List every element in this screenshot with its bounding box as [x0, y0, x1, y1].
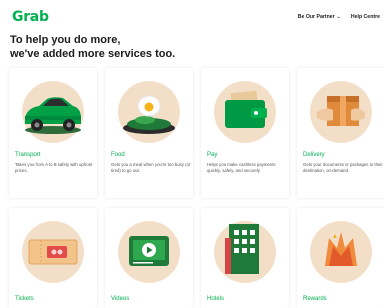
service-description: Takes you from A to B safely with upfron…	[15, 162, 93, 173]
service-description: Gets your documents or packages to their…	[303, 162, 383, 173]
headline-line-1: To help you do more,	[10, 34, 121, 46]
service-title: Pay	[207, 152, 218, 158]
food-plate-icon	[118, 81, 180, 143]
headline-line-2: we've added more services too.	[10, 48, 176, 60]
service-card-rewards[interactable]: Rewards	[297, 208, 384, 308]
site-header: Grab Be Our Partner ⌄ Help Centre	[0, 0, 384, 30]
be-our-partner-menu[interactable]: Be Our Partner ⌄	[298, 14, 341, 20]
service-card-tickets[interactable]: Tickets	[9, 208, 97, 308]
service-description: Helps you make cashless payments quickly…	[207, 162, 276, 173]
service-card-transport[interactable]: Transport Takes you from A to B safely w…	[9, 68, 97, 198]
service-title: Delivery	[303, 152, 325, 158]
chevron-down-icon: ⌄	[336, 14, 341, 20]
service-card-hotels[interactable]: Hotels	[201, 208, 289, 308]
service-card-videos[interactable]: Videos	[105, 208, 193, 308]
service-description: Gets you a meal when you're too busy (or…	[111, 162, 191, 173]
video-play-icon	[118, 221, 180, 283]
car-icon	[22, 81, 84, 143]
page-headline: To help you do more, we've added more se…	[10, 33, 175, 61]
service-title: Hotels	[207, 296, 225, 302]
rewards-icon	[310, 221, 372, 283]
service-title: Rewards	[303, 296, 327, 302]
help-centre-link[interactable]: Help Centre	[351, 14, 380, 20]
ticket-icon	[22, 221, 84, 283]
service-title: Transport	[15, 152, 41, 158]
service-card-pay[interactable]: Pay Helps you make cashless payments qui…	[201, 68, 289, 198]
service-card-food[interactable]: Food Gets you a meal when you're too bus…	[105, 68, 193, 198]
grab-logo[interactable]: Grab	[12, 9, 49, 25]
package-icon	[310, 81, 372, 143]
service-title: Videos	[111, 296, 130, 302]
top-nav: Be Our Partner ⌄ Help Centre	[298, 14, 380, 20]
service-card-delivery[interactable]: Delivery Gets your documents or packages…	[297, 68, 384, 198]
help-centre-label: Help Centre	[350, 14, 380, 20]
service-title: Tickets	[15, 296, 34, 302]
wallet-icon	[214, 81, 276, 143]
hotel-icon	[214, 221, 276, 283]
service-title: Food	[111, 152, 125, 158]
be-our-partner-label: Be Our Partner	[297, 14, 335, 20]
